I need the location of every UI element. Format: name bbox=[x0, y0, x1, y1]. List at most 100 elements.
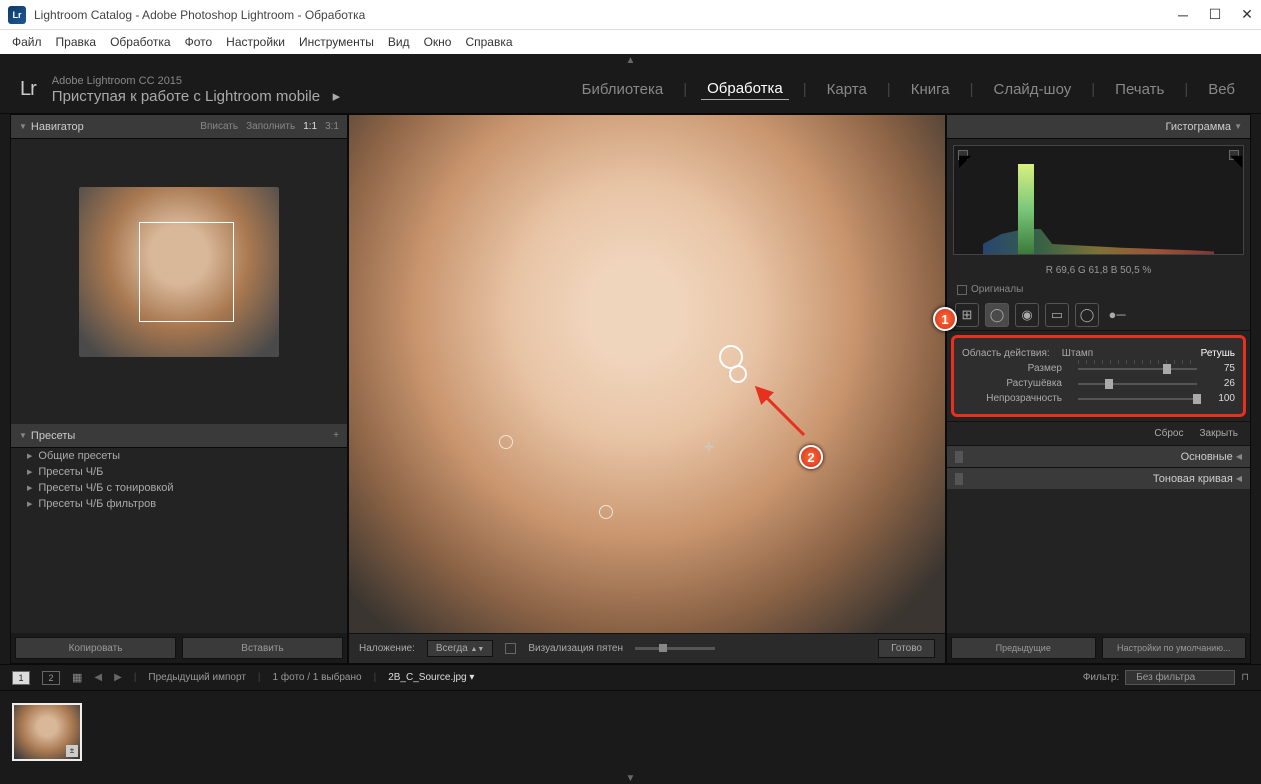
crop-tool[interactable]: ⊞ bbox=[955, 303, 979, 327]
tone-curve-panel-header[interactable]: Тоновая кривая ◀ bbox=[947, 467, 1250, 489]
rgb-readout: R 69,6 G 61,8 B 50,5 % bbox=[947, 261, 1250, 280]
histogram-header[interactable]: Гистограмма ▼ bbox=[947, 115, 1250, 139]
menu-view[interactable]: Вид bbox=[388, 35, 410, 49]
copy-button[interactable]: Копировать bbox=[15, 637, 176, 659]
top-panel-toggle[interactable]: ▲ bbox=[0, 54, 1261, 66]
minimize-button[interactable]: ─ bbox=[1177, 9, 1189, 21]
preset-folder[interactable]: ▶Пресеты Ч/Б с тонировкой bbox=[11, 480, 347, 496]
navigator-header[interactable]: ▼ Навигатор Вписать Заполнить 1:1 3:1 bbox=[11, 115, 347, 139]
visualize-spots-slider[interactable] bbox=[635, 647, 715, 650]
lightroom-mobile-link[interactable]: Приступая к работе с Lightroom mobile ▸ bbox=[52, 87, 340, 105]
nav-fill[interactable]: Заполнить bbox=[246, 121, 295, 132]
overlay-label: Наложение: bbox=[359, 643, 415, 654]
add-preset-button[interactable]: + bbox=[333, 430, 339, 441]
develop-toolbar: Наложение: Всегда ▲▼ Визуализация пятен … bbox=[349, 633, 945, 663]
preset-folder[interactable]: ▶Пресеты Ч/Б фильтров bbox=[11, 496, 347, 512]
source-label[interactable]: Предыдущий импорт bbox=[148, 672, 246, 683]
navigator-preview[interactable] bbox=[11, 139, 347, 404]
menu-tools[interactable]: Инструменты bbox=[299, 35, 374, 49]
module-header: Lr Adobe Lightroom CC 2015 Приступая к р… bbox=[0, 66, 1261, 114]
nav-fit[interactable]: Вписать bbox=[200, 121, 238, 132]
nav-1-1[interactable]: 1:1 bbox=[303, 121, 317, 132]
feather-value: 26 bbox=[1205, 378, 1235, 389]
app-logo-icon: Lr bbox=[8, 6, 26, 24]
version-label: Adobe Lightroom CC 2015 bbox=[52, 75, 340, 87]
filter-dropdown[interactable]: Без фильтра bbox=[1125, 670, 1235, 685]
paste-button[interactable]: Вставить bbox=[182, 637, 343, 659]
feather-label: Растушёвка bbox=[962, 378, 1062, 389]
redeye-tool[interactable]: ◉ bbox=[1015, 303, 1039, 327]
module-develop[interactable]: Обработка bbox=[701, 80, 789, 100]
menu-bar: Файл Правка Обработка Фото Настройки Инс… bbox=[0, 30, 1261, 54]
menu-photo[interactable]: Фото bbox=[185, 35, 213, 49]
tool-strip: ⊞ ◯ ◉ ▭ ◯ ●─ bbox=[947, 299, 1250, 331]
menu-settings[interactable]: Настройки bbox=[226, 35, 285, 49]
maximize-button[interactable]: ☐ bbox=[1209, 9, 1221, 21]
navigator-crop-frame[interactable] bbox=[139, 222, 234, 322]
size-value: 75 bbox=[1205, 363, 1235, 374]
histogram-display[interactable]: ◤ ◥ bbox=[953, 145, 1244, 255]
window-titlebar: Lr Lightroom Catalog - Adobe Photoshop L… bbox=[0, 0, 1261, 30]
highlight-clip-indicator[interactable]: ◥ bbox=[1229, 150, 1239, 160]
module-library[interactable]: Библиотека bbox=[576, 81, 670, 98]
menu-help[interactable]: Справка bbox=[465, 35, 512, 49]
module-print[interactable]: Печать bbox=[1109, 81, 1170, 98]
heal-spot[interactable] bbox=[599, 505, 613, 519]
preset-folder[interactable]: ▶Пресеты Ч/Б bbox=[11, 464, 347, 480]
module-slideshow[interactable]: Слайд-шоу bbox=[988, 81, 1078, 98]
spot-removal-tool[interactable]: ◯ bbox=[985, 303, 1009, 327]
main-image-canvas[interactable]: ✛ 2 bbox=[349, 115, 945, 633]
window-title: Lightroom Catalog - Adobe Photoshop Ligh… bbox=[34, 8, 365, 22]
basic-panel-header[interactable]: Основные ◀ bbox=[947, 445, 1250, 467]
filter-lock-icon[interactable]: ⊓ bbox=[1241, 672, 1249, 683]
filmstrip-thumbnail[interactable]: ± bbox=[12, 703, 82, 761]
originals-row[interactable]: Оригиналы bbox=[947, 280, 1250, 299]
menu-file[interactable]: Файл bbox=[12, 35, 42, 49]
defaults-button[interactable]: Настройки по умолчанию... bbox=[1102, 637, 1247, 659]
current-filename[interactable]: 2B_C_Source.jpg ▾ bbox=[388, 672, 474, 683]
module-book[interactable]: Книга bbox=[905, 81, 956, 98]
mode-heal[interactable]: Ретушь bbox=[1201, 348, 1235, 359]
photo-count: 1 фото / 1 выбрано bbox=[273, 672, 362, 683]
lr-logo: Lr bbox=[20, 78, 36, 101]
spot-removal-panel: Область действия: Штамп Ретушь Размер 75… bbox=[951, 335, 1246, 417]
visualize-spots-checkbox[interactable] bbox=[505, 643, 516, 654]
mode-clone[interactable]: Штамп bbox=[1062, 348, 1093, 359]
brush-tool[interactable]: ●─ bbox=[1105, 303, 1129, 327]
prev-arrow[interactable]: ◀ bbox=[94, 672, 102, 683]
module-web[interactable]: Веб bbox=[1202, 81, 1241, 98]
graduated-filter-tool[interactable]: ▭ bbox=[1045, 303, 1069, 327]
menu-window[interactable]: Окно bbox=[424, 35, 452, 49]
left-edge-toggle[interactable] bbox=[0, 114, 10, 664]
cursor-crosshair-icon: ✛ bbox=[704, 440, 714, 454]
close-panel-button[interactable]: Закрыть bbox=[1199, 428, 1238, 439]
menu-develop[interactable]: Обработка bbox=[110, 35, 171, 49]
screen-1[interactable]: 1 bbox=[12, 671, 30, 685]
overlay-dropdown[interactable]: Всегда ▲▼ bbox=[427, 640, 493, 657]
module-map[interactable]: Карта bbox=[821, 81, 873, 98]
visualize-spots-label: Визуализация пятен bbox=[528, 643, 623, 654]
grid-icon[interactable]: ▦ bbox=[72, 671, 82, 684]
heal-spot-target[interactable] bbox=[729, 365, 747, 383]
screen-2[interactable]: 2 bbox=[42, 671, 60, 685]
preset-folder[interactable]: ▶Общие пресеты bbox=[11, 448, 347, 464]
next-arrow[interactable]: ▶ bbox=[114, 672, 122, 683]
annotation-arrow bbox=[749, 380, 809, 440]
done-button[interactable]: Готово bbox=[878, 639, 935, 658]
opacity-value: 100 bbox=[1205, 393, 1235, 404]
bottom-panel-toggle[interactable]: ▼ bbox=[0, 772, 1261, 784]
reset-button[interactable]: Сброс bbox=[1154, 428, 1183, 439]
radial-filter-tool[interactable]: ◯ bbox=[1075, 303, 1099, 327]
size-slider[interactable] bbox=[1078, 368, 1197, 370]
menu-edit[interactable]: Правка bbox=[56, 35, 97, 49]
size-label: Размер bbox=[962, 363, 1062, 374]
shadow-clip-indicator[interactable]: ◤ bbox=[958, 150, 968, 160]
feather-slider[interactable] bbox=[1078, 383, 1197, 385]
right-edge-toggle[interactable] bbox=[1251, 114, 1261, 664]
previous-button[interactable]: Предыдущие bbox=[951, 637, 1096, 659]
close-button[interactable]: ✕ bbox=[1241, 9, 1253, 21]
nav-3-1[interactable]: 3:1 bbox=[325, 121, 339, 132]
opacity-slider[interactable] bbox=[1078, 398, 1197, 400]
heal-spot[interactable] bbox=[499, 435, 513, 449]
presets-header[interactable]: ▼ Пресеты + bbox=[11, 424, 347, 448]
